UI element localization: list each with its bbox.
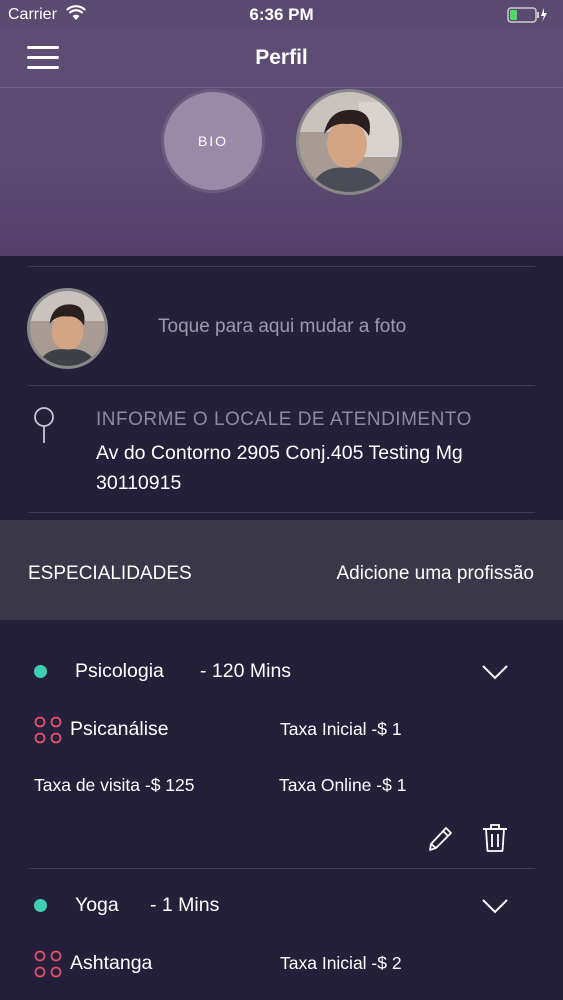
online-fee: Taxa Online -$ 1 (279, 775, 407, 795)
add-profession-button[interactable]: Adicione uma profissão (337, 563, 535, 585)
status-time: 6:36 PM (249, 5, 314, 24)
status-bar: Carrier 6:36 PM (0, 0, 563, 30)
divider (28, 385, 535, 386)
status-dot (34, 899, 47, 912)
specialties-title: ESPECIALIDADES (28, 563, 192, 584)
page-title: Perfil (255, 46, 308, 69)
sub-specialty-name: Ashtanga (70, 952, 153, 974)
four-dots-icon (34, 950, 62, 978)
trash-icon[interactable] (481, 823, 509, 853)
divider (28, 868, 535, 869)
profile-photo[interactable] (27, 288, 108, 369)
header-divider (0, 87, 563, 88)
divider (28, 512, 535, 513)
specialty-name: Yoga (75, 894, 119, 916)
bio-button[interactable]: BIO (161, 89, 265, 193)
location-address[interactable]: Av do Contorno 2905 Conj.405 Testing Mg … (96, 438, 516, 498)
four-dots-icon (34, 716, 62, 744)
change-photo-link[interactable]: Toque para aqui mudar a foto (158, 316, 406, 338)
pin-icon (34, 407, 54, 443)
specialty-duration: - 1 Mins (150, 894, 220, 916)
initial-fee: Taxa Inicial -$ 1 (280, 719, 402, 739)
visit-fee: Taxa de visita -$ 125 (34, 775, 195, 795)
specialties-header: ESPECIALIDADES Adicione uma profissão (0, 520, 563, 620)
divider (28, 266, 535, 267)
specialty-name: Psicologia (75, 660, 164, 682)
avatar[interactable] (296, 89, 402, 195)
chevron-down-icon[interactable] (481, 897, 509, 915)
profile-header: Perfil (0, 30, 563, 256)
sub-specialty-name: Psicanálise (70, 718, 169, 740)
battery-icon (507, 7, 547, 23)
location-label: INFORME O LOCALE DE ATENDIMENTO (96, 409, 472, 430)
initial-fee: Taxa Inicial -$ 2 (280, 953, 402, 973)
specialty-duration: - 120 Mins (200, 660, 292, 682)
chevron-down-icon[interactable] (481, 663, 509, 681)
pencil-icon[interactable] (426, 824, 454, 854)
status-dot (34, 665, 47, 678)
